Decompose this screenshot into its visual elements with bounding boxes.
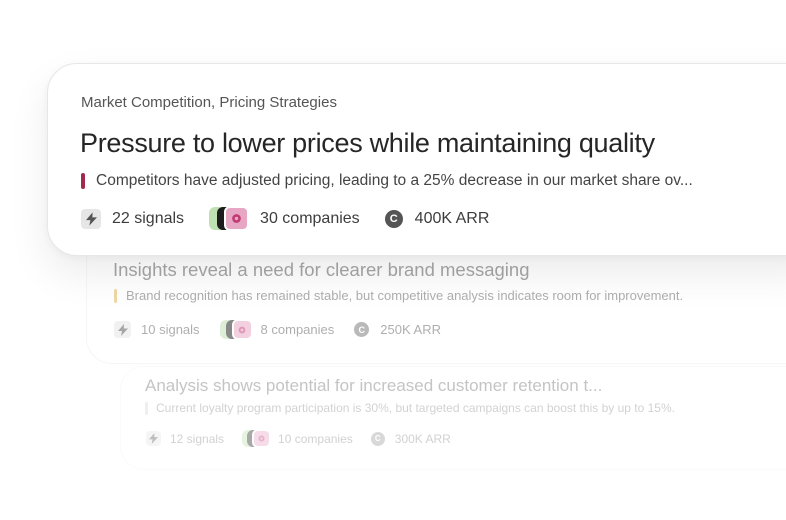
accent-bar xyxy=(114,288,117,303)
signals-stat: 10 signals xyxy=(114,321,200,338)
insight-description-text: Current loyalty program participation is… xyxy=(156,401,675,415)
company-logos-icon xyxy=(219,319,253,340)
insight-tags: Market Competition, Pricing Strategies xyxy=(81,94,337,111)
arr-stat: C 300K ARR xyxy=(370,431,451,446)
insight-description-text: Competitors have adjusted pricing, leadi… xyxy=(96,172,693,189)
companies-count: 10 companies xyxy=(278,431,353,446)
insight-description: Brand recognition has remained stable, b… xyxy=(114,288,683,303)
arr-coin-icon: C xyxy=(384,209,403,228)
insight-card-active[interactable]: Market Competition, Pricing Strategies P… xyxy=(47,63,786,256)
signals-count: 22 signals xyxy=(112,209,185,227)
insight-stats: 10 signals 8 companies C 250K ARR xyxy=(114,319,461,340)
insight-description: Competitors have adjusted pricing, leadi… xyxy=(81,172,693,190)
insight-stats: 22 signals 30 companies C 400K ARR xyxy=(81,206,514,231)
signals-stat: 22 signals xyxy=(81,208,185,229)
insight-title: Pressure to lower prices while maintaini… xyxy=(80,128,655,158)
arr-stat: C 400K ARR xyxy=(384,209,490,228)
insight-title: Insights reveal a need for clearer brand… xyxy=(113,259,530,280)
insight-description-text: Brand recognition has remained stable, b… xyxy=(126,288,684,303)
arr-value: 400K ARR xyxy=(414,209,490,227)
insight-stats: 12 signals 10 companies C 300K ARR xyxy=(146,429,469,448)
accent-bar xyxy=(145,401,148,415)
arr-coin-icon: C xyxy=(370,431,385,446)
bolt-icon xyxy=(146,431,161,446)
accent-bar xyxy=(81,173,85,189)
insight-description: Current loyalty program participation is… xyxy=(145,401,675,415)
insight-title: Analysis shows potential for increased c… xyxy=(145,376,603,395)
companies-count: 30 companies xyxy=(260,209,360,227)
arr-coin-icon: C xyxy=(354,322,370,337)
insight-card[interactable]: Analysis shows potential for increased c… xyxy=(120,366,786,470)
bolt-icon xyxy=(114,321,131,338)
companies-count: 8 companies xyxy=(260,322,335,337)
arr-stat: C 250K ARR xyxy=(354,322,441,337)
arr-value: 300K ARR xyxy=(394,431,451,446)
insight-stack: Analysis shows potential for increased c… xyxy=(0,0,786,520)
bolt-icon xyxy=(81,208,101,229)
signals-count: 12 signals xyxy=(170,431,225,446)
companies-stat: 8 companies xyxy=(219,319,335,340)
companies-stat: 30 companies xyxy=(209,206,360,231)
signals-stat: 12 signals xyxy=(146,431,224,446)
signals-count: 10 signals xyxy=(141,322,200,337)
company-logos-icon xyxy=(242,429,272,448)
arr-value: 250K ARR xyxy=(380,322,441,337)
companies-stat: 10 companies xyxy=(242,429,353,448)
company-logos-icon xyxy=(209,206,250,231)
